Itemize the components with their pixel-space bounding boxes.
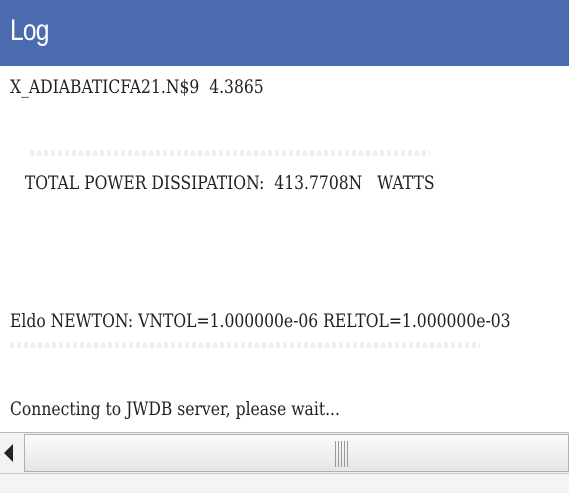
log-window: Log X_ADIABATICFA21.N$9 4.3865 TOTAL POW…: [0, 0, 569, 493]
log-line: Eldo NEWTON: VNTOL=1.000000e-06 RELTOL=1…: [10, 310, 511, 332]
window-title: Log: [10, 14, 49, 47]
horizontal-scrollbar[interactable]: [0, 432, 569, 474]
triangle-left-icon: [4, 444, 13, 462]
log-line: Connecting to JWDB server, please wait..…: [10, 398, 340, 420]
log-line: TOTAL POWER DISSIPATION: 413.7708N WATTS: [10, 172, 435, 194]
scrollbar-thumb[interactable]: [24, 434, 569, 472]
grip-icon: [335, 441, 349, 467]
status-strip: [0, 474, 569, 493]
log-output[interactable]: X_ADIABATICFA21.N$9 4.3865 TOTAL POWER D…: [0, 66, 569, 432]
log-line: X_ADIABATICFA21.N$9 4.3865: [10, 76, 264, 98]
scroll-left-button[interactable]: [0, 433, 24, 473]
faint-text-artifact: [10, 342, 480, 348]
title-bar: Log: [0, 0, 569, 66]
faint-text-artifact: [30, 150, 430, 156]
